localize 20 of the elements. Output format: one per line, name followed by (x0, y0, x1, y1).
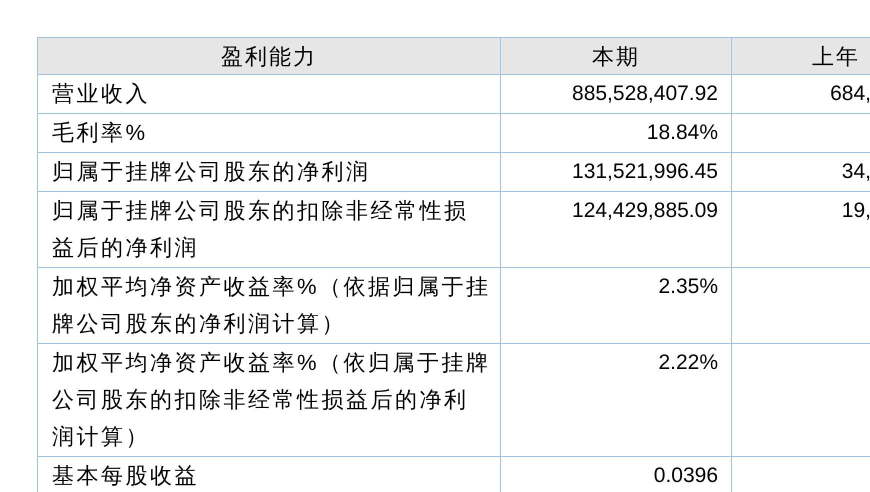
table-cell: 19, (732, 192, 870, 268)
table-cell: 2.35% (501, 268, 732, 344)
table-cell: 18.84% (501, 114, 732, 153)
table-cell: 885,528,407.92 (501, 75, 732, 114)
column-header: 盈利能力 (38, 38, 501, 75)
table-cell: 124,429,885.09 (501, 192, 732, 268)
table-cell: 0.0396 (501, 457, 732, 492)
table-cell: 34, (732, 153, 870, 192)
table-cell: 加权平均净资产收益率%（依归属于挂牌公司股东的扣除非经常性损益后的净利润计算） (38, 344, 501, 457)
table-cell: 归属于挂牌公司股东的净利润 (38, 153, 501, 192)
table-cell: 营业收入 (38, 75, 501, 114)
column-header: 本期 (501, 38, 732, 75)
table-cell: 2.22% (501, 344, 732, 457)
table-cell: 加权平均净资产收益率%（依据归属于挂牌公司股东的净利润计算） (38, 268, 501, 344)
table-cell: 毛利率% (38, 114, 501, 153)
table-cell: 131,521,996.45 (501, 153, 732, 192)
table-cell: 基本每股收益 (38, 457, 501, 492)
table-cell: 归属于挂牌公司股东的扣除非经常性损益后的净利润 (38, 192, 501, 268)
table-cell: 684, (732, 75, 870, 114)
column-header: 上年 (732, 38, 870, 75)
